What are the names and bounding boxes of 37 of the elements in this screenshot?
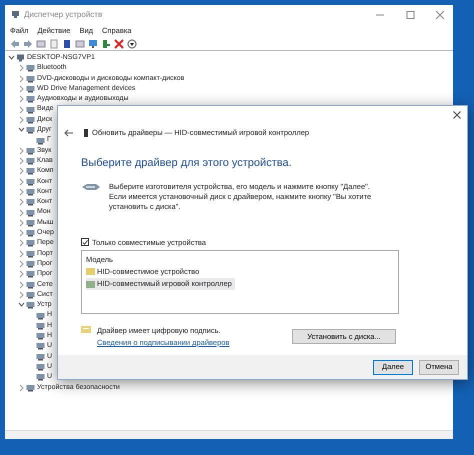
expand-icon[interactable] [17, 74, 26, 83]
expand-icon[interactable] [17, 260, 26, 268]
expand-icon[interactable] [17, 106, 26, 114]
expand-icon[interactable] [17, 239, 26, 248]
collapse-icon[interactable] [17, 126, 26, 134]
maximize-icon[interactable] [405, 10, 415, 18]
computer-icon [11, 10, 20, 19]
properties-icon[interactable] [75, 38, 85, 48]
download-icon[interactable] [127, 38, 137, 48]
checkbox[interactable] [81, 238, 89, 246]
expand-icon[interactable] [17, 85, 26, 94]
forward-icon[interactable] [23, 38, 33, 48]
expand-icon[interactable] [17, 95, 26, 104]
collapse-icon[interactable] [17, 301, 26, 310]
collapse-icon[interactable] [7, 54, 16, 62]
expand-icon[interactable] [17, 167, 26, 176]
back-icon[interactable] [64, 128, 74, 137]
expand-icon[interactable] [17, 198, 26, 206]
expand-icon[interactable] [17, 188, 26, 196]
dialog-heading: Выберите драйвер для этого устройства. [81, 156, 293, 172]
certificate-icon [81, 325, 91, 333]
expand-icon[interactable] [17, 280, 26, 289]
expand-icon[interactable] [17, 146, 26, 155]
expand-icon[interactable] [17, 270, 26, 278]
close-icon[interactable] [453, 111, 461, 119]
expand-icon[interactable] [17, 250, 26, 258]
expand-icon[interactable] [17, 208, 26, 217]
monitor-icon[interactable] [88, 38, 98, 48]
window-title: Диспетчер устройств [24, 8, 102, 20]
checkmark-icon [82, 238, 88, 246]
delete-icon[interactable] [114, 38, 124, 48]
expand-icon[interactable] [17, 384, 26, 392]
expand-icon[interactable] [17, 229, 26, 238]
expand-icon[interactable] [17, 178, 26, 186]
expand-icon[interactable] [17, 157, 26, 166]
properties-icon[interactable] [36, 38, 46, 48]
expand-icon[interactable] [17, 218, 26, 227]
